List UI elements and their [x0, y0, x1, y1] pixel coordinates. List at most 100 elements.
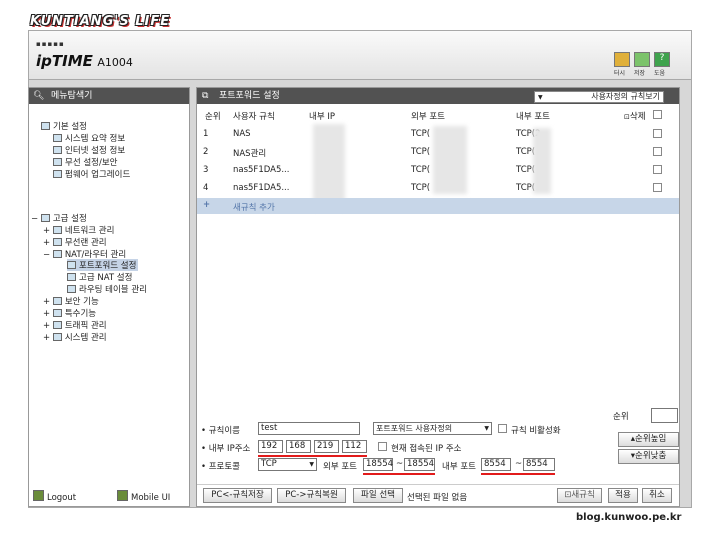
ext-port-from[interactable]: 18554: [363, 458, 393, 471]
new-rule-button[interactable]: ⊡새규칙: [557, 488, 602, 503]
row-checkbox[interactable]: [653, 129, 662, 138]
page-icon: [67, 285, 76, 293]
chevron-down-icon: ▼: [538, 94, 543, 101]
protocol-label: • 프로토콜: [201, 462, 240, 472]
redacted-int-port: [533, 128, 551, 194]
menu-advanced[interactable]: − 고급 설정: [31, 212, 87, 224]
network-icon: [52, 226, 62, 234]
page-icon: [67, 273, 76, 281]
col-delete: ⊡삭제: [624, 112, 646, 122]
rule-type-select[interactable]: 포트포워드 사용자정의 ▼: [373, 422, 492, 435]
logout-icon: [33, 490, 44, 501]
menu-internet-info[interactable]: 인터넷 설정 정보: [53, 144, 125, 156]
ip-label: • 내부 IP주소: [201, 444, 251, 454]
plus-icon: +: [203, 200, 211, 210]
menu-wireless[interactable]: + 무선랜 관리: [43, 236, 107, 248]
menu-advanced-nat[interactable]: 고급 NAT 설정: [67, 271, 132, 283]
chevron-down-icon: ▼: [484, 425, 489, 432]
logout-link[interactable]: Logout: [33, 490, 76, 503]
ip-octet-2[interactable]: 168: [286, 440, 311, 453]
menu-wireless-security[interactable]: 무선 설정/보안: [53, 156, 118, 168]
table-header: 순위 사용자 규칙 내부 IP 외부 포트 내부 포트 ⊡삭제: [197, 104, 679, 122]
ext-port-to[interactable]: 18554: [404, 458, 435, 471]
page-icon: [53, 134, 62, 142]
restart-icon[interactable]: [614, 52, 630, 67]
brand-dots: ▪▪▪▪▪: [36, 40, 65, 48]
file-none-label: 선택된 파일 없음: [407, 493, 468, 503]
mobile-ui-link[interactable]: Mobile UI: [117, 490, 170, 503]
file-select-button[interactable]: 파일 선택: [353, 488, 403, 503]
col-ext-port: 외부 포트: [411, 112, 445, 122]
menu-routing-table[interactable]: 라우팅 테이블 관리: [67, 283, 147, 295]
main-panel: ⧉ 포트포워드 설정 ▼ 사용자정의 규칙보기 순위 사용자 규칙 내부 IP …: [196, 87, 680, 507]
chevron-down-icon: ▼: [309, 461, 314, 468]
save-label: 저장: [634, 70, 646, 77]
wireless-icon: [52, 238, 62, 246]
rule-form: • 규칙이름 test 포트포워드 사용자정의 ▼ 규칙 비활성화 순위 • 내부…: [197, 408, 679, 484]
redacted-ext-port: [433, 126, 467, 194]
wireless-icon: [53, 158, 62, 166]
page-icon: ⧉: [202, 91, 209, 101]
traffic-icon: [52, 321, 62, 329]
lock-icon: [52, 297, 62, 305]
rank-up-button[interactable]: ▴순위높임: [618, 432, 679, 447]
menu-special[interactable]: + 특수기능: [43, 307, 96, 319]
menu-port-forward[interactable]: 포트포워드 설정: [67, 259, 139, 271]
rule-name-input[interactable]: test: [258, 422, 360, 435]
restart-label: 터시: [614, 70, 626, 77]
menu-system-summary[interactable]: 시스템 요약 정보: [53, 132, 125, 144]
ip-highlight: [258, 455, 367, 457]
col-int-port: 내부 포트: [516, 112, 550, 122]
row-checkbox[interactable]: [653, 183, 662, 192]
current-ip-checkbox[interactable]: [378, 442, 387, 451]
brand-logo: ipTIME A1004: [36, 52, 133, 70]
int-port-to[interactable]: 8554: [523, 458, 555, 471]
bottom-bar: PC<-규칙저장 PC->규칙복원 파일 선택 선택된 파일 없음 ⊡새규칙 적…: [197, 484, 679, 506]
disable-rule-checkbox[interactable]: [498, 424, 507, 433]
int-port-highlight: [481, 473, 555, 475]
upgrade-icon: [53, 170, 62, 178]
col-no: 순위: [205, 112, 221, 122]
sidebar-header: 🔍︎ 메뉴탐색기: [29, 88, 189, 104]
menu-security[interactable]: + 보안 기능: [43, 295, 99, 307]
ip-octet-4[interactable]: 112: [342, 440, 367, 453]
sidebar: 🔍︎ 메뉴탐색기 기본 설정 시스템 요약 정보 인터넷 설정 정보 무선 설정…: [28, 87, 190, 507]
ip-octet-1[interactable]: 192: [258, 440, 283, 453]
cancel-button[interactable]: 취소: [642, 488, 672, 503]
pc-restore-button[interactable]: PC->규칙복원: [277, 488, 346, 503]
mobile-icon: [117, 490, 128, 501]
int-port-label: 내부 포트: [442, 462, 476, 472]
ip-octet-3[interactable]: 219: [314, 440, 339, 453]
int-port-from[interactable]: 8554: [481, 458, 511, 471]
rank-down-button[interactable]: ▾순위낮춤: [618, 449, 679, 464]
tools-icon: [52, 309, 62, 317]
row-checkbox[interactable]: [653, 147, 662, 156]
protocol-select[interactable]: TCP ▼: [258, 458, 317, 471]
add-rule-row[interactable]: + 새규칙 추가: [197, 198, 679, 214]
current-ip-label: 현재 접속된 IP 주소: [391, 444, 462, 454]
apply-button[interactable]: 적용: [608, 488, 638, 503]
pc-save-button[interactable]: PC<-규칙저장: [203, 488, 272, 503]
rank-label: 순위: [613, 412, 629, 422]
help-icon[interactable]: ?: [654, 52, 670, 67]
page-title: 포트포워드 설정: [219, 91, 280, 101]
menu-firmware[interactable]: 펌웨어 업그레이드: [53, 168, 130, 180]
rank-input[interactable]: [651, 408, 678, 423]
disable-rule-label: 규칙 비활성화: [511, 426, 561, 436]
search-icon: 🔍︎: [33, 91, 45, 101]
row-checkbox[interactable]: [653, 165, 662, 174]
col-ip: 내부 IP: [309, 112, 335, 122]
tilde-sep: ~: [515, 459, 523, 469]
page-icon: [53, 146, 62, 154]
folder-icon: [41, 122, 50, 130]
save-icon[interactable]: [634, 52, 650, 67]
select-all-checkbox[interactable]: [653, 110, 662, 119]
ext-port-label: 외부 포트: [323, 462, 357, 472]
menu-system[interactable]: + 시스템 관리: [43, 331, 107, 343]
blog-title: KUNTIANG'S LIFE: [30, 14, 171, 29]
page-icon: [67, 261, 76, 269]
menu-basic[interactable]: 기본 설정: [41, 120, 87, 132]
menu-network[interactable]: + 네트워크 관리: [43, 224, 114, 236]
menu-traffic[interactable]: + 트래픽 관리: [43, 319, 107, 331]
view-select[interactable]: ▼ 사용자정의 규칙보기: [534, 91, 664, 103]
